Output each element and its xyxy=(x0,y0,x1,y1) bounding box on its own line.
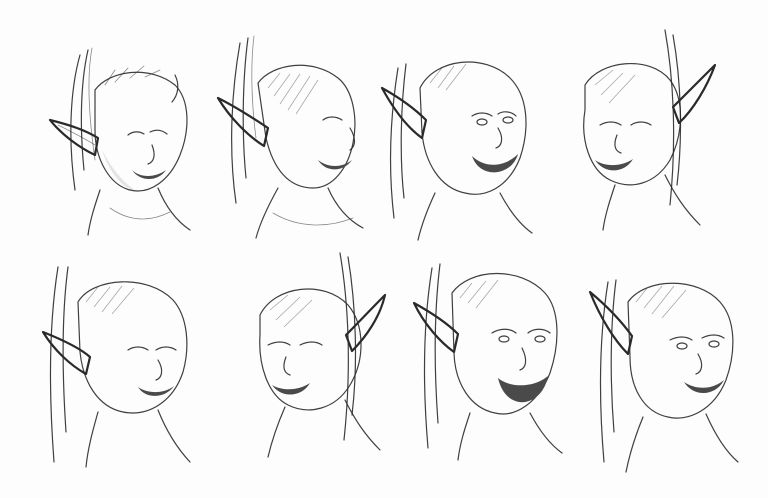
elf-head-wide-laugh xyxy=(410,248,580,463)
elf-head-mischievous-grin xyxy=(230,245,400,460)
elf-head-eyes-closed-smug xyxy=(38,262,208,477)
elf-head-open-laugh xyxy=(380,28,550,243)
elf-head-side-profile-smile xyxy=(216,28,388,243)
sketch-sheet xyxy=(0,0,768,498)
elf-head-upward-smile xyxy=(588,262,758,477)
elf-head-eyes-closed-smirk xyxy=(40,30,210,245)
elf-head-sly-smile xyxy=(555,25,725,240)
